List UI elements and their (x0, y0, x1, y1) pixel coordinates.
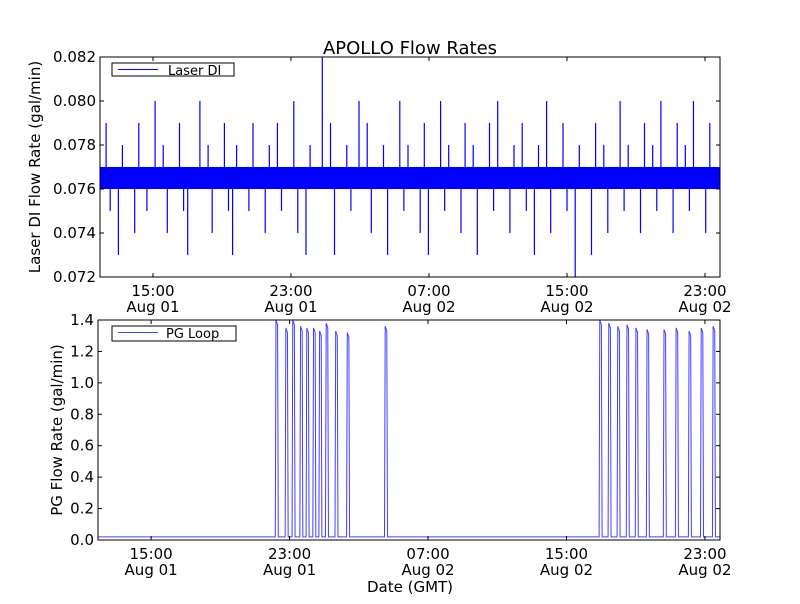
x-tick-date: Aug 01 (263, 561, 316, 579)
y-tick-label: 0.2 (70, 500, 94, 518)
x-axis-label: Date (GMT) (367, 578, 453, 596)
y-tick-label: 0.074 (53, 224, 96, 242)
x-tick-date: Aug 01 (264, 298, 317, 316)
legend: PG Loop (112, 326, 236, 342)
pg-loop-line (98, 320, 720, 537)
y-tick-label: 1.2 (70, 342, 94, 360)
pg-loop-panel: 0.00.20.40.60.81.01.21.415:00Aug 0123:00… (48, 311, 732, 579)
legend-label: Laser DI (168, 64, 221, 79)
x-tick-date: Aug 02 (678, 561, 731, 579)
laser-di-panel: 0.0720.0740.0760.0780.0800.08215:00Aug 0… (26, 48, 732, 316)
y-tick-label: 0.4 (70, 468, 94, 486)
y-axis-label: PG Flow Rate (gal/min) (48, 344, 66, 516)
y-tick-label: 1.4 (70, 311, 94, 329)
y-axis-label: Laser DI Flow Rate (gal/min) (26, 61, 44, 273)
x-tick-date: Aug 02 (402, 298, 455, 316)
x-tick-date: Aug 01 (125, 561, 178, 579)
y-tick-label: 0.072 (53, 268, 96, 286)
chart-svg: APOLLO Flow Rates Date (GMT) 0.072 0.074 0… (0, 0, 800, 600)
y-tick-label: 0.082 (53, 48, 96, 66)
y-tick-label: 0.6 (70, 437, 94, 455)
y-tick-label: 0.078 (53, 136, 96, 154)
x-tick-date: Aug 01 (126, 298, 179, 316)
y-tick-label: 0.076 (53, 180, 96, 198)
chart-title: APOLLO Flow Rates (323, 38, 497, 59)
legend: Laser DI (112, 63, 234, 79)
x-tick-date: Aug 02 (540, 298, 593, 316)
legend-label: PG Loop (166, 327, 219, 342)
x-tick-date: Aug 02 (678, 298, 731, 316)
y-tick-label: 1.0 (70, 374, 94, 392)
y-tick-label: 0.8 (70, 405, 94, 423)
y-tick-label: 0.0 (70, 531, 94, 549)
x-tick-date: Aug 02 (401, 561, 454, 579)
x-tick-date: Aug 02 (540, 561, 593, 579)
chart-figure: APOLLO Flow Rates Date (GMT) 0.072 0.074 0… (0, 0, 800, 600)
y-tick-label: 0.080 (53, 92, 96, 110)
